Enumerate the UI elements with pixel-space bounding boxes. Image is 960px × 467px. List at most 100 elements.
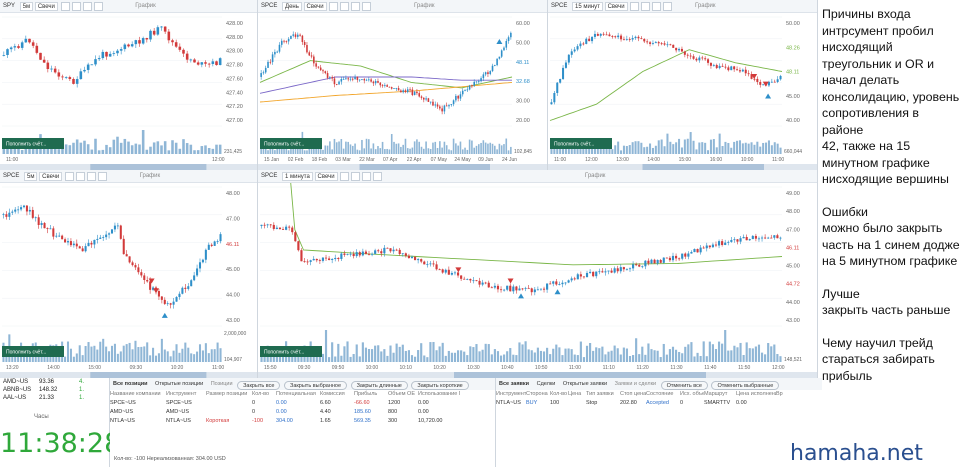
column-header[interactable]: Исх. объем <box>680 390 704 399</box>
crosshair-icon[interactable] <box>64 172 74 181</box>
timeframe-select[interactable]: 5м <box>24 172 38 181</box>
table-row[interactable]: NTLA~US NTLA~US Короткая -100 304.00 1.65 569.… <box>110 417 495 426</box>
chart-panel-spce-15m[interactable]: SPCE 15 минут Свечи График 50.00 48.26 48.… <box>548 0 818 170</box>
watchlist-row[interactable]: ABNB~US 148.32 1. <box>0 386 109 394</box>
price-tick-label: 60.00 <box>516 21 530 27</box>
draw-icon[interactable] <box>351 2 361 11</box>
column-header[interactable]: Сторона <box>526 390 550 399</box>
price-chart[interactable]: 60.00 50.00 48.11 32.68 30.00 20.00 102,845 Поп… <box>258 13 548 170</box>
tab-open-positions[interactable]: Открытые позиции <box>152 378 206 390</box>
candle-body <box>640 38 643 40</box>
candle-body <box>404 253 407 256</box>
crosshair-icon[interactable] <box>340 172 350 181</box>
volume-bar <box>660 139 663 154</box>
tab-all-orders[interactable]: Все заявки <box>496 378 532 390</box>
settings-icon[interactable] <box>663 2 673 11</box>
symbol-label[interactable]: SPCE <box>548 0 570 12</box>
column-header[interactable]: Кол-во <box>252 390 276 399</box>
candle-body <box>389 248 392 252</box>
time-tick-label: 15:00 <box>679 157 692 163</box>
chart-type-select[interactable]: Свечи <box>303 2 327 11</box>
candle-body <box>411 89 414 96</box>
timeframe-select[interactable]: 5м <box>19 2 34 11</box>
column-header[interactable]: Инструмент <box>496 390 526 399</box>
close-short-button[interactable]: Закрыть короткие <box>411 381 469 390</box>
close-long-button[interactable]: Закрыть длинные <box>350 381 408 390</box>
column-header[interactable]: Вр <box>776 390 786 399</box>
candle-body <box>663 43 666 45</box>
column-header[interactable]: Инструмент <box>166 390 206 399</box>
column-header[interactable]: Размер позиции <box>206 390 252 399</box>
candle-body <box>8 212 11 217</box>
chart-type-select[interactable]: Свечи <box>314 172 338 181</box>
indicator-icon[interactable] <box>351 172 361 181</box>
crosshair-icon[interactable] <box>630 2 640 11</box>
timeframe-select[interactable]: 15 минут <box>572 2 603 11</box>
candle-body <box>727 241 730 243</box>
draw-icon[interactable] <box>362 172 372 181</box>
timeframe-select[interactable]: 1 минута <box>282 172 313 181</box>
volume-bar <box>172 350 175 362</box>
draw-icon[interactable] <box>86 172 96 181</box>
column-header[interactable]: Использование ГК <box>418 390 460 399</box>
column-header[interactable]: Потенциальная <box>276 390 320 399</box>
watchlist-row[interactable]: AAL~US 21.33 1. <box>0 394 109 402</box>
column-header[interactable]: Стоп цена <box>620 390 646 399</box>
symbol-label[interactable]: SPCE <box>0 170 22 182</box>
column-header[interactable]: Цена исполнения <box>736 390 776 399</box>
indicator-icon[interactable] <box>75 172 85 181</box>
chart-panel-spce-5m[interactable]: SPCE 5м Свечи График 48.00 47.00 46.11 45.0… <box>0 170 258 378</box>
candle-body <box>99 237 102 239</box>
candle-body <box>172 301 175 305</box>
crosshair-icon[interactable] <box>60 2 70 11</box>
price-chart[interactable]: 49.00 48.00 47.00 46.11 45.00 44.72 44.00 43.00… <box>258 183 818 378</box>
settings-icon[interactable] <box>362 2 372 11</box>
price-chart[interactable]: 428.00 428.00 428.00 427.80 427.60 427.40 427.… <box>0 13 258 170</box>
chart-type-select[interactable]: Свечи <box>34 2 58 11</box>
symbol-label[interactable]: SPCE <box>258 0 280 12</box>
column-header[interactable]: Объем ОЕ <box>388 390 418 399</box>
column-header[interactable]: Прибыль <box>354 390 388 399</box>
chart-panel-spy-5m[interactable]: SPY 5м Свечи График 428.00 428.00 428.00 42… <box>0 0 258 170</box>
cancel-all-button[interactable]: Отменить все <box>660 381 708 390</box>
cancel-selected-button[interactable]: Отменить выбранные <box>711 381 780 390</box>
table-row[interactable]: NTLA~US BUY 100 Stop 202.80 Accepted 0 SMARTTV 0… <box>496 399 822 408</box>
settings-icon[interactable] <box>373 172 383 181</box>
volume-bar <box>422 148 425 154</box>
table-row[interactable]: AMD~US AMD~US 0 0.00 4.40 185.60 800 0.00 <box>110 408 495 417</box>
price-chart[interactable]: 48.00 47.00 46.11 45.00 44.00 43.00 104,907 2,0… <box>0 183 258 378</box>
volume-bar <box>441 342 444 362</box>
watchlist-row[interactable]: AMD~US 93.36 4. <box>0 378 109 386</box>
candle-body <box>521 288 524 290</box>
column-header[interactable]: Комиссия <box>320 390 354 399</box>
column-header[interactable]: Кол-во <box>550 390 568 399</box>
draw-icon[interactable] <box>82 2 92 11</box>
tab-trades[interactable]: Сделки <box>534 378 559 390</box>
price-chart[interactable]: 50.00 48.26 48.11 45.00 40.00 660,044 Пополнит… <box>548 13 818 170</box>
symbol-label[interactable]: SPY <box>0 0 18 12</box>
candle-body <box>579 274 582 277</box>
column-header[interactable]: Название компании <box>110 390 166 399</box>
chart-type-select[interactable]: Свечи <box>39 172 63 181</box>
column-header[interactable]: Маршрут <box>704 390 736 399</box>
column-header[interactable]: Цена <box>568 390 586 399</box>
indicator-icon[interactable] <box>71 2 81 11</box>
draw-icon[interactable] <box>652 2 662 11</box>
tab-open-orders[interactable]: Открытые заявки <box>560 378 610 390</box>
close-selected-button[interactable]: Закрыть выбранное <box>284 381 348 390</box>
timeframe-select[interactable]: День <box>282 2 302 11</box>
indicator-icon[interactable] <box>641 2 651 11</box>
chart-panel-spce-1m[interactable]: SPCE 1 минута Свечи График 49.00 48.00 47.… <box>258 170 818 378</box>
column-header[interactable]: Состояние <box>646 390 680 399</box>
chart-type-select[interactable]: Свечи <box>604 2 628 11</box>
crosshair-icon[interactable] <box>329 2 339 11</box>
settings-icon[interactable] <box>97 172 107 181</box>
column-header[interactable]: Тип заявки <box>586 390 620 399</box>
tab-all-positions[interactable]: Все позиции <box>110 378 151 390</box>
indicator-icon[interactable] <box>340 2 350 11</box>
chart-panel-spce-daily[interactable]: SPCE День Свечи График 60.00 50.00 48.11 32… <box>258 0 548 170</box>
settings-icon[interactable] <box>93 2 103 11</box>
close-all-button[interactable]: Закрыть все <box>237 381 281 390</box>
symbol-label[interactable]: SPCE <box>258 170 280 182</box>
table-row[interactable]: SPCE~US SPCE~US 0 0.00 6.60 -66.60 1200 0.00 <box>110 399 495 408</box>
